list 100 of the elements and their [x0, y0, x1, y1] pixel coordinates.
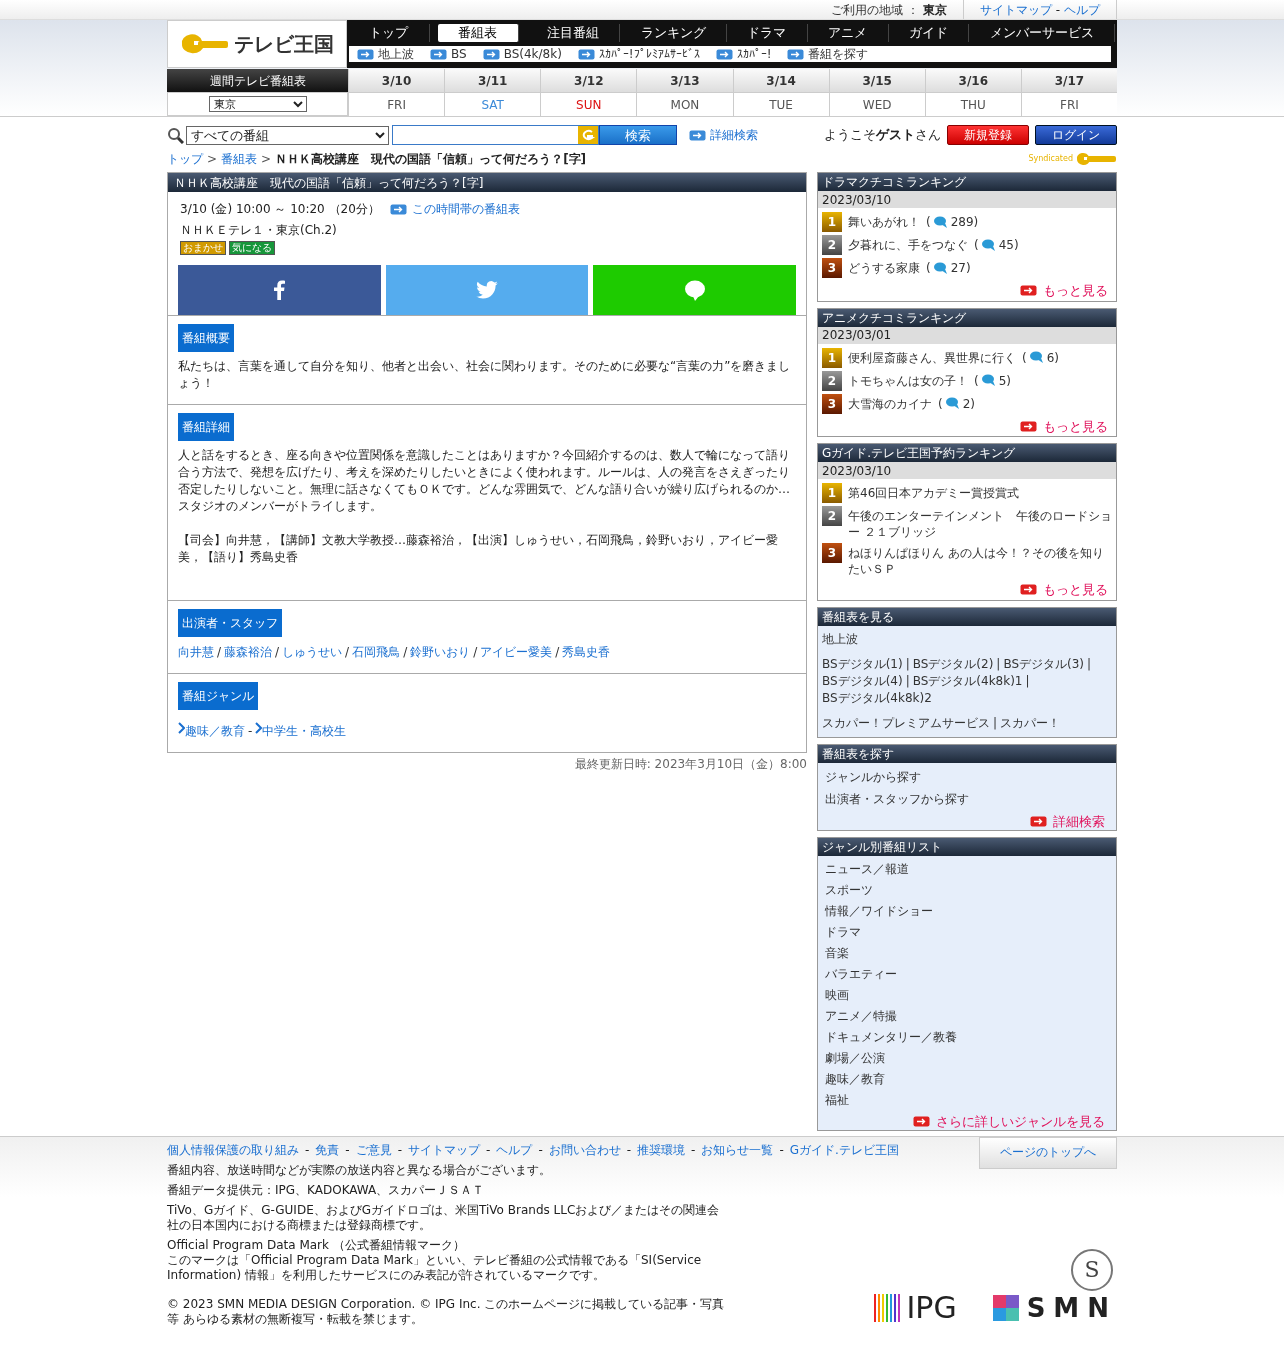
comment-icon	[944, 397, 961, 410]
comment-count: 27	[950, 260, 966, 276]
cast-link[interactable]: しゅうせい	[282, 643, 343, 661]
nav-tab[interactable]: 注目番組	[526, 24, 621, 42]
genre-link[interactable]: アニメ／特撮	[825, 1007, 1109, 1025]
sub-nav-link[interactable]: 番組を探す	[787, 47, 869, 61]
genre-link[interactable]: スポーツ	[825, 881, 1109, 899]
search-button[interactable]: 検索	[599, 125, 677, 145]
cast-link[interactable]: 鈴野いおり	[410, 643, 471, 661]
cast-link[interactable]: 向井慧	[178, 643, 214, 661]
footer-link[interactable]: ご意見	[355, 1142, 392, 1158]
genre-link[interactable]: 福祉	[825, 1091, 1109, 1109]
schedule-link[interactable]: BSデジタル(4k8k)1	[912, 672, 1023, 690]
link-separator: /	[473, 644, 478, 661]
schedule-link[interactable]: 地上波	[822, 630, 858, 648]
program-title[interactable]: ねほりんぱほりん あの人は今！？その後を知りたいＳＰ	[848, 545, 1112, 577]
program-title[interactable]: 夕暮れに、手をつなぐ	[848, 237, 968, 253]
header-link[interactable]: ヘルプ	[1064, 0, 1100, 19]
genre-link[interactable]: 趣味／教育	[185, 722, 245, 740]
nav-tab[interactable]: ドラマ	[727, 24, 808, 42]
bracket: )	[1013, 237, 1019, 253]
program-title[interactable]: 舞いあがれ！	[848, 214, 920, 230]
nav-tab[interactable]: ランキング	[620, 24, 727, 42]
line-button[interactable]	[593, 265, 796, 315]
advanced-search-link[interactable]: 詳細検索	[689, 126, 758, 144]
region-select[interactable]: 東京	[208, 96, 307, 112]
program-title[interactable]: どうする家康	[848, 260, 920, 276]
footer-link[interactable]: 個人情報保護の取り組み	[167, 1142, 299, 1158]
scope-select[interactable]: すべての番組	[186, 125, 389, 145]
nav-tab[interactable]: 番組表	[437, 24, 519, 42]
date-tab[interactable]: 3/15	[829, 69, 925, 92]
schedule-link[interactable]: BSデジタル(3)	[1003, 655, 1084, 673]
more-link[interactable]: さらに詳しいジャンルを見る	[913, 1112, 1109, 1130]
genre-link[interactable]: 情報／ワイドショー	[825, 902, 1109, 920]
register-button[interactable]: 新規登録	[947, 125, 1029, 145]
breadcrumb-link[interactable]: トップ	[167, 150, 203, 168]
date-tab[interactable]: 3/13	[637, 69, 733, 92]
footer-link[interactable]: ヘルプ	[496, 1142, 533, 1158]
program-title[interactable]: 午後のエンターテインメント 午後のロードショー ２１ブリッジ	[848, 508, 1112, 540]
date-tab[interactable]: 3/14	[733, 69, 829, 92]
genre-link[interactable]: ニュース／報道	[825, 860, 1109, 878]
schedule-link[interactable]: スカパー！	[1000, 714, 1061, 732]
schedule-link[interactable]: BSデジタル(4)	[822, 672, 903, 690]
genre-link[interactable]: ドキュメンタリー／教養	[825, 1028, 1109, 1046]
date-tab[interactable]: 3/17	[1021, 69, 1117, 92]
footer-link[interactable]: 免責	[315, 1142, 340, 1158]
genre-link[interactable]: ドラマ	[825, 923, 1109, 941]
date-tab[interactable]: 3/16	[925, 69, 1021, 92]
schedule-link[interactable]: スカパー！プレミアムサービス	[822, 714, 990, 732]
footer-link[interactable]: Gガイド.テレビ王国	[789, 1142, 899, 1158]
schedule-link[interactable]: この時間帯の番組表	[389, 200, 520, 218]
genre-link[interactable]: 音楽	[825, 944, 1109, 962]
genre-link[interactable]: バラエティー	[825, 965, 1109, 983]
sub-nav-link[interactable]: ｽｶﾊﾟｰ!ﾌﾟﾚﾐｱﾑｻｰﾋﾞｽ	[577, 47, 700, 61]
date-tab[interactable]: 3/10	[349, 69, 445, 92]
bracket: (	[974, 372, 979, 389]
nav-tab[interactable]: アニメ	[807, 24, 889, 42]
schedule-link[interactable]: BSデジタル(2)	[912, 655, 994, 673]
twitter-button[interactable]	[385, 265, 589, 315]
cast-link[interactable]: 石岡飛鳥	[352, 643, 401, 661]
nav-tab[interactable]: トップ	[349, 24, 430, 42]
search-link[interactable]: 出演者・スタッフから探す	[825, 790, 1109, 808]
tag-badge[interactable]: 気になる	[229, 241, 275, 255]
genre-link[interactable]: 劇場／公演	[825, 1049, 1109, 1067]
program-title[interactable]: 第46回日本アカデミー賞授賞式	[848, 485, 1020, 501]
more-link[interactable]: もっと見る	[1020, 416, 1112, 436]
footer-link[interactable]: お問い合わせ	[548, 1142, 621, 1158]
search-link[interactable]: ジャンルから探す	[825, 768, 1109, 786]
page-top-button[interactable]: ページのトップへ	[979, 1136, 1117, 1169]
sub-nav-link[interactable]: 地上波	[357, 47, 414, 61]
more-link[interactable]: もっと見る	[1020, 281, 1112, 301]
breadcrumb-link[interactable]: 番組表	[221, 150, 258, 168]
search-field[interactable]	[392, 125, 599, 145]
nav-tab[interactable]: メンバーサービス	[969, 24, 1115, 42]
cast-link[interactable]: 藤森裕治	[224, 643, 273, 661]
sub-nav-label: ｽｶﾊﾟｰ!ﾌﾟﾚﾐｱﾑｻｰﾋﾞｽ	[598, 47, 700, 61]
footer-link[interactable]: 推奨環境	[637, 1142, 686, 1158]
genre-link[interactable]: 映画	[825, 986, 1109, 1004]
sub-nav-link[interactable]: BS(4k/8k)	[482, 47, 562, 61]
login-button[interactable]: ログイン	[1035, 125, 1117, 145]
sub-nav-link[interactable]: BS	[430, 47, 467, 61]
more-link[interactable]: もっと見る	[1020, 580, 1112, 600]
genre-link[interactable]: 中学生・高校生	[262, 722, 347, 740]
program-title[interactable]: トモちゃんは女の子！	[848, 372, 968, 389]
cast-link[interactable]: アイビー愛美	[480, 643, 553, 661]
more-link[interactable]: 詳細検索	[1030, 812, 1109, 830]
sub-nav-link[interactable]: ｽｶﾊﾟｰ!	[715, 47, 772, 61]
nav-tab[interactable]: ガイド	[888, 24, 970, 42]
footer-link[interactable]: お知らせ一覧	[701, 1142, 774, 1158]
header-link[interactable]: サイトマップ	[979, 0, 1052, 19]
footer-link[interactable]: サイトマップ	[408, 1142, 481, 1158]
date-tab[interactable]: 3/11	[445, 69, 541, 92]
ranking-date: 2023/03/10	[818, 191, 1116, 208]
schedule-link[interactable]: BSデジタル(4k8k)2	[822, 689, 932, 707]
cast-link[interactable]: 秀島史香	[562, 643, 611, 661]
schedule-link[interactable]: BSデジタル(1)	[822, 655, 903, 673]
program-title[interactable]: 大雪海のカイナ	[848, 395, 932, 412]
genre-link[interactable]: 趣味／教育	[825, 1070, 1109, 1088]
date-tab[interactable]: 3/12	[541, 69, 637, 92]
program-title[interactable]: 便利屋斎藤さん、異世界に行く	[848, 349, 1016, 366]
